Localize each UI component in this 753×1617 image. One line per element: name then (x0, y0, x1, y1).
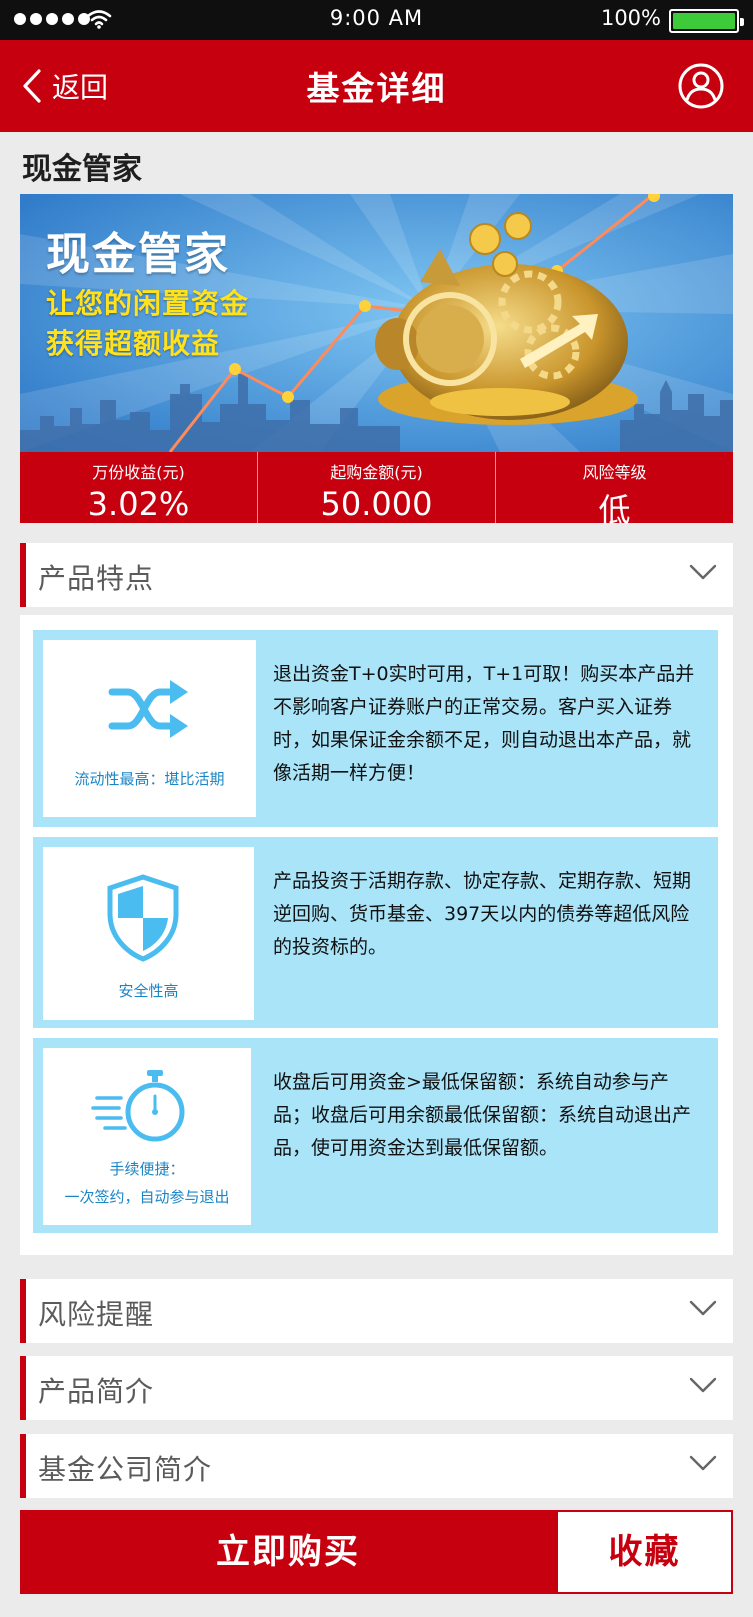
stat-value: 低 (598, 491, 631, 529)
stat-yield: 万份收益(元) 3.02% (20, 452, 257, 523)
stat-min-purchase: 起购金额(元) 50.000 (257, 452, 495, 523)
feature-card-safety: 安全性高 产品投资于活期存款、协定存款、定期存款、短期逆回购、货币基金、397天… (33, 837, 718, 1028)
chevron-down-icon (689, 1455, 717, 1471)
section-title: 产品简介 (38, 1375, 155, 1408)
nav-title: 基金详细 (306, 69, 447, 108)
feature-icon-box: 流动性最高：堪比活期 (43, 640, 256, 817)
back-label: 返回 (52, 71, 109, 104)
feature-card-liquidity: 流动性最高：堪比活期 退出资金T+0实时可用，T+1可取！购买本产品并不影响客户… (33, 630, 718, 827)
banner-slogan-line1: 让您的闲置资金 (46, 287, 250, 320)
banner-title: 现金管家 (46, 229, 230, 280)
stat-value: 50.000 (320, 485, 433, 523)
fund-stats: 万份收益(元) 3.02% 起购金额(元) 50.000 风险等级 低 (20, 452, 733, 529)
stat-value: 3.02% (87, 485, 190, 523)
nav-bar: 返回 基金详细 (0, 40, 753, 132)
stopwatch-icon (91, 1070, 185, 1142)
section-header-features[interactable]: 产品特点 (20, 543, 733, 607)
battery-icon (669, 9, 744, 33)
banner-slogan-line2: 获得超额收益 (46, 327, 221, 360)
section-title: 产品特点 (38, 562, 155, 595)
feature-icon-label: 流动性最高：堪比活期 (74, 770, 225, 788)
status-bar: 9:00 AM 100% (0, 0, 753, 40)
feature-description: 产品投资于活期存款、协定存款、定期存款、短期逆回购、货币基金、397天以内的债券… (273, 870, 692, 958)
stat-risk-level: 风险等级 低 (495, 452, 733, 529)
battery-percent: 100% (600, 6, 661, 30)
buy-now-button[interactable]: 立即购买 (20, 1510, 556, 1594)
stat-label: 风险等级 (582, 463, 647, 482)
feature-card-convenience: 手续便捷： 一次签约，自动参与退出 收盘后可用资金>最低保留额：系统自动参与产品… (33, 1038, 718, 1233)
section-header-product-intro[interactable]: 产品简介 (20, 1356, 733, 1420)
feature-icon-label: 手续便捷： (109, 1160, 185, 1178)
feature-icon-box: 安全性高 (43, 847, 254, 1020)
feature-icon-box: 手续便捷： 一次签约，自动参与退出 (43, 1048, 251, 1225)
back-button[interactable]: 返回 (22, 62, 108, 110)
favorite-button[interactable]: 收藏 (556, 1510, 733, 1594)
chevron-down-icon (689, 564, 717, 580)
feature-icon-label-line2: 一次签约，自动参与退出 (64, 1188, 230, 1206)
chevron-down-icon (689, 1300, 717, 1316)
feature-icon-label: 安全性高 (118, 982, 179, 1000)
section-title: 风险提醒 (38, 1298, 155, 1331)
shield-icon (107, 874, 179, 962)
section-header-risk[interactable]: 风险提醒 (20, 1279, 733, 1343)
page-title: 现金管家 (22, 152, 142, 187)
promo-banner[interactable]: 现金管家 让您的闲置资金 获得超额收益 (20, 194, 733, 452)
battery-fill (673, 13, 735, 29)
chevron-down-icon (689, 1377, 717, 1393)
section-header-company-intro[interactable]: 基金公司简介 (20, 1434, 733, 1498)
section-title: 基金公司简介 (38, 1453, 213, 1486)
features-panel: 流动性最高：堪比活期 退出资金T+0实时可用，T+1可取！购买本产品并不影响客户… (20, 615, 733, 1255)
shuffle-arrows-icon (108, 680, 188, 738)
stat-label: 起购金额(元) (330, 463, 423, 482)
user-icon[interactable] (677, 62, 725, 110)
chevron-left-icon (23, 69, 41, 103)
feature-description: 收盘后可用资金>最低保留额：系统自动参与产品；收盘后可用余额最低保留额：系统自动… (273, 1071, 692, 1159)
feature-description: 退出资金T+0实时可用，T+1可取！购买本产品并不影响客户证券账户的正常交易。客… (273, 663, 695, 784)
stat-label: 万份收益(元) (92, 463, 185, 482)
